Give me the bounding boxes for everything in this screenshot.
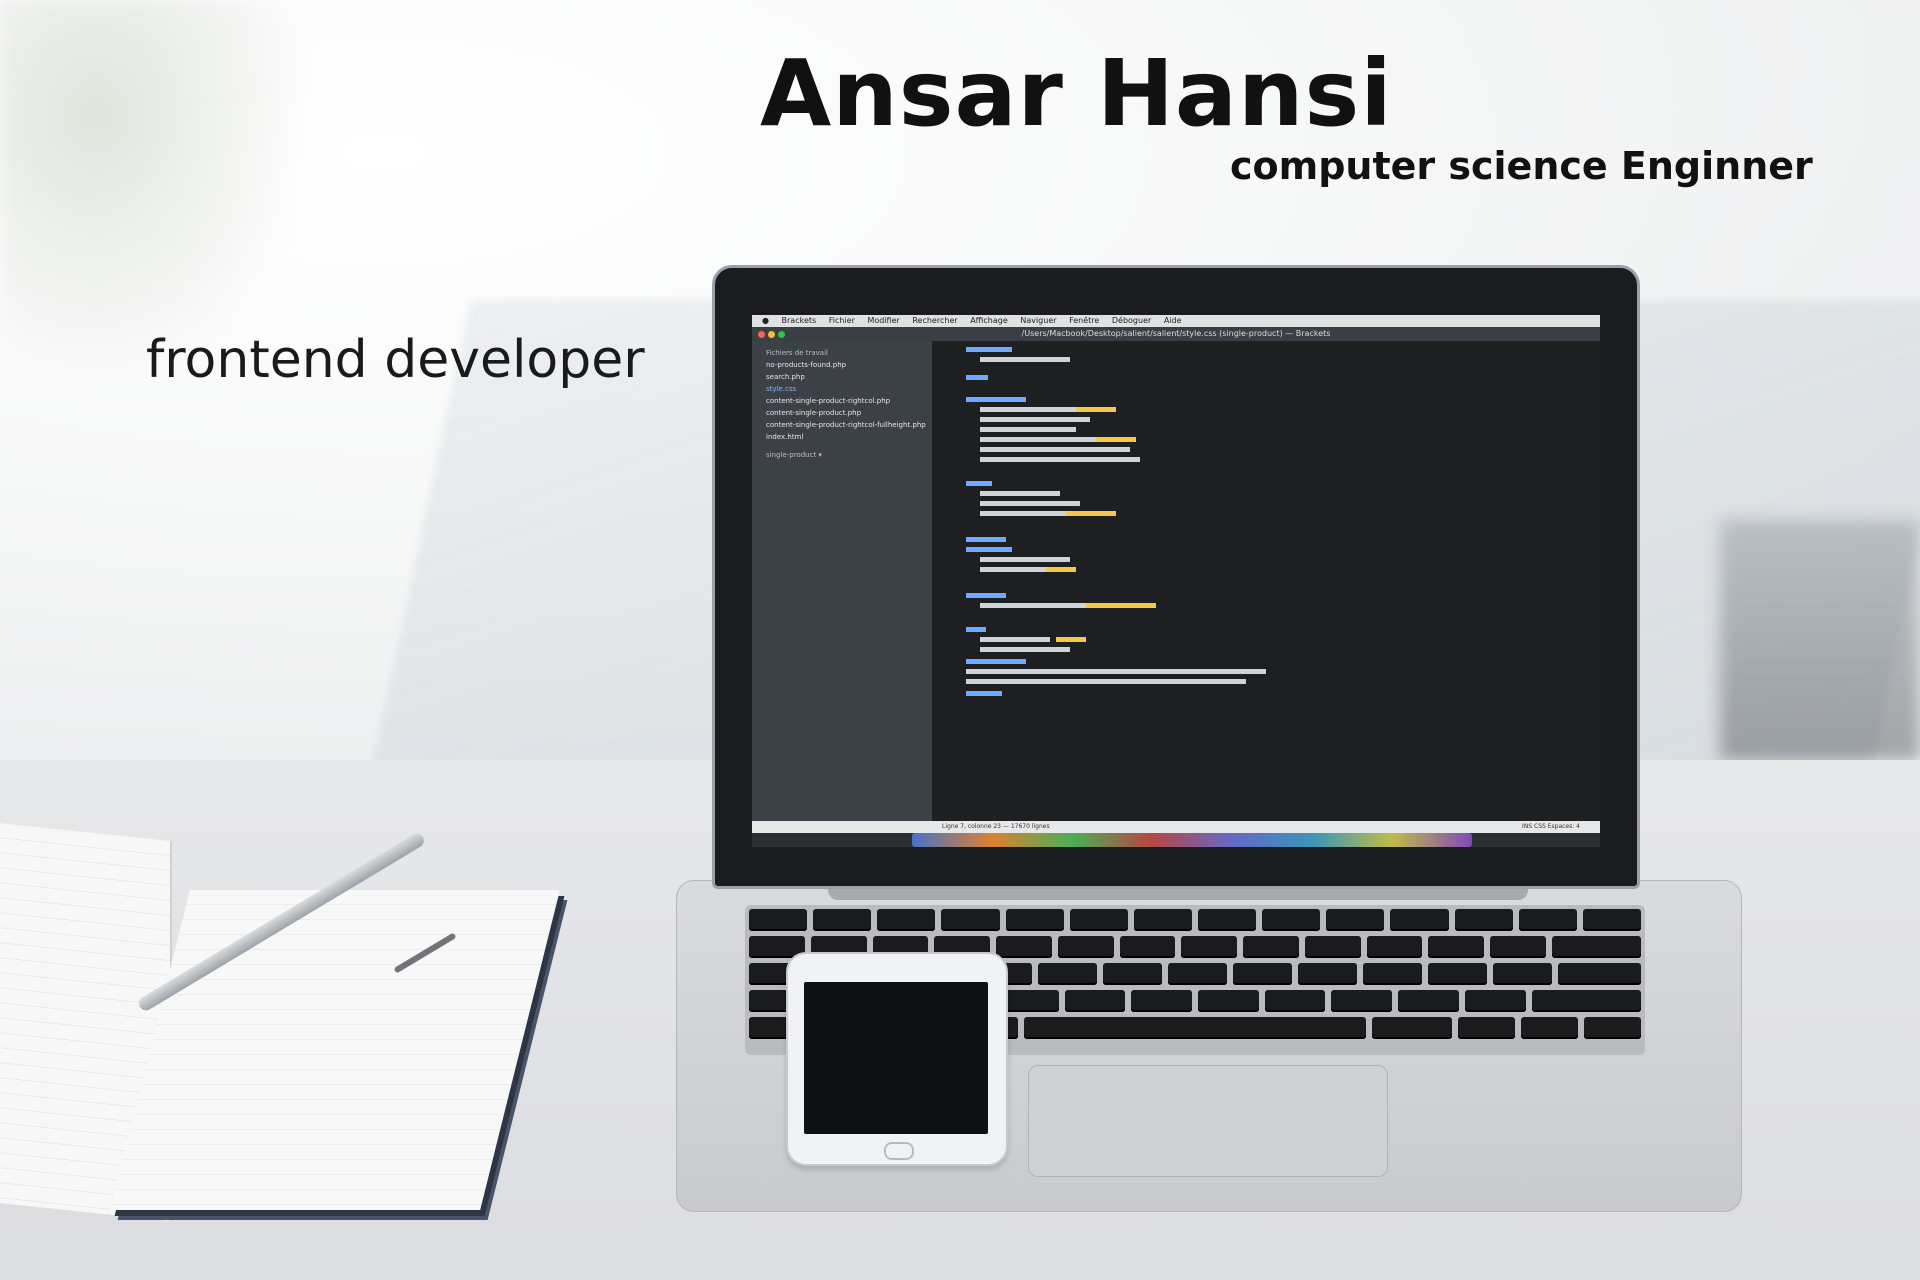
- menu-item: Fenêtre: [1069, 316, 1100, 325]
- editor-sidebar: Fichiers de travail no-products-found.ph…: [752, 341, 932, 821]
- file-item: index.html: [766, 433, 804, 441]
- minimize-dot-icon: [768, 331, 775, 338]
- sidebar-header: Fichiers de travail: [766, 349, 828, 357]
- editor-statusbar: Ligne 7, colonne 23 — 17670 lignes INS C…: [752, 821, 1600, 833]
- smartphone: [786, 952, 1008, 1166]
- person-name: Ansar Hansi: [760, 40, 1393, 147]
- menu-item: Aide: [1163, 316, 1182, 325]
- background-plant: [0, 0, 320, 380]
- phone-screen: [804, 982, 988, 1134]
- code-lines-illustration: [966, 347, 1266, 696]
- menu-item: Rechercher: [912, 316, 958, 325]
- file-item: search.php: [766, 373, 805, 381]
- apple-icon: ●: [762, 316, 769, 325]
- mac-menubar: ● Brackets Fichier Modifier Rechercher A…: [752, 315, 1600, 327]
- project-label: single-product ▾: [766, 451, 822, 459]
- file-item: content-single-product-rightcol.php: [766, 397, 891, 405]
- laptop-trackpad: [1028, 1065, 1388, 1177]
- laptop-screen: ● Brackets Fichier Modifier Rechercher A…: [752, 315, 1600, 847]
- role-label: frontend developer: [146, 330, 645, 390]
- file-item: content-single-product-rightcol-fullheig…: [766, 421, 926, 429]
- zoom-dot-icon: [778, 331, 785, 338]
- file-item: no-products-found.php: [766, 361, 847, 369]
- status-left: Ligne 7, colonne 23 — 17670 lignes: [942, 823, 1050, 830]
- background-shadow: [1720, 520, 1920, 760]
- editor-window-title: /Users/Macbook/Desktop/salient/salient/s…: [752, 327, 1600, 341]
- notebook: [0, 818, 560, 1230]
- menu-item: Modifier: [867, 316, 900, 325]
- menu-item: Brackets: [781, 316, 817, 325]
- file-item: content-single-product.php: [766, 409, 862, 417]
- menu-item: Déboguer: [1111, 316, 1152, 325]
- menu-item: Fichier: [828, 316, 855, 325]
- notebook-right-page: [110, 890, 560, 1210]
- photo-scene: Ansar Hansi computer science Enginner fr…: [0, 0, 1920, 1280]
- phone-home-button: [884, 1142, 914, 1160]
- status-right: INS CSS Espaces: 4: [1522, 823, 1580, 830]
- mac-dock: [912, 833, 1472, 847]
- code-editor: [932, 341, 1600, 821]
- menu-item: Affichage: [970, 316, 1008, 325]
- menu-item: Naviguer: [1020, 316, 1057, 325]
- job-subtitle: computer science Enginner: [1230, 144, 1813, 188]
- file-item-active: style.css: [766, 385, 797, 393]
- close-dot-icon: [758, 331, 765, 338]
